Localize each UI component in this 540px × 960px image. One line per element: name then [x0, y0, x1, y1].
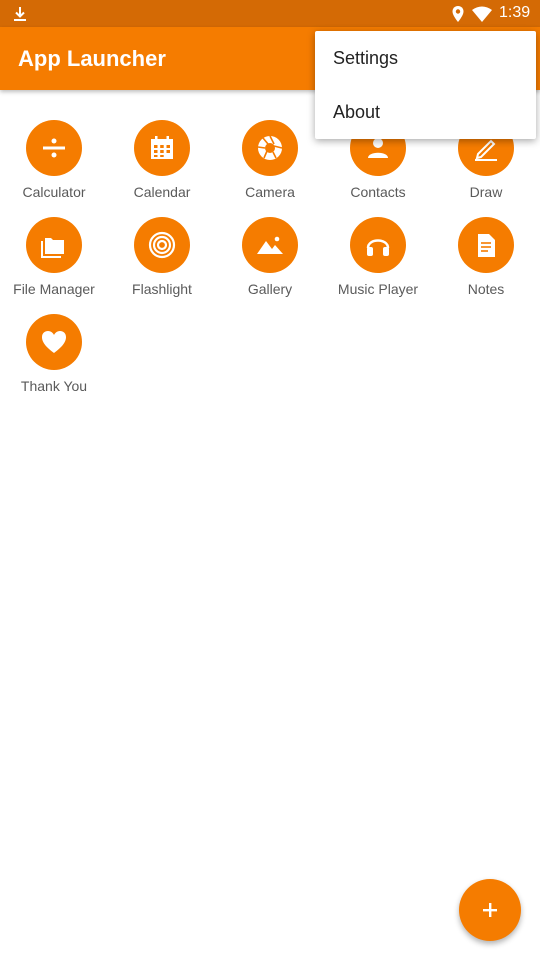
app-icon-circle	[134, 120, 190, 176]
app-icon-circle	[458, 217, 514, 273]
headphones-icon	[366, 239, 390, 256]
folder-icon	[41, 238, 64, 258]
app-thank-you[interactable]: Thank You	[0, 314, 108, 409]
app-camera[interactable]: Camera	[216, 120, 324, 215]
gallery-icon	[257, 236, 283, 254]
app-notes[interactable]: Notes	[432, 217, 540, 312]
status-bar: 1:39	[0, 0, 540, 27]
heart-icon	[42, 331, 66, 353]
notes-icon	[478, 234, 495, 257]
menu-item-about[interactable]: About	[315, 85, 536, 139]
app-label: Contacts	[350, 184, 406, 200]
camera-icon	[257, 135, 283, 160]
app-label: Flashlight	[132, 281, 192, 297]
app-calculator[interactable]: Calculator	[0, 120, 108, 215]
app-icon-circle	[242, 217, 298, 273]
app-label: File Manager	[13, 281, 95, 297]
app-icon-circle	[134, 217, 190, 273]
wifi-icon	[472, 6, 492, 22]
app-file-manager[interactable]: File Manager	[0, 217, 108, 312]
app-label: Notes	[467, 281, 505, 297]
app-icon-circle	[26, 314, 82, 370]
app-icon-circle	[26, 120, 82, 176]
app-music-player[interactable]: Music Player	[324, 217, 432, 312]
app-label: Gallery	[247, 281, 293, 297]
menu-item-label: About	[333, 102, 381, 122]
app-label: Music Player	[337, 281, 419, 297]
status-time: 1:39	[499, 4, 531, 21]
add-fab-button[interactable]	[459, 879, 521, 941]
calculator-icon	[43, 138, 65, 158]
overflow-menu: Settings About	[315, 31, 536, 139]
app-icon-circle	[242, 120, 298, 176]
app-gallery[interactable]: Gallery	[216, 217, 324, 312]
plus-icon	[483, 903, 497, 917]
app-label: Calculator	[22, 184, 86, 200]
location-icon	[452, 6, 464, 22]
app-icon-circle	[26, 217, 82, 273]
app-title: App Launcher	[18, 46, 166, 71]
app-label: Draw	[469, 184, 503, 200]
app-icon-circle	[350, 217, 406, 273]
app-label: Thank You	[20, 378, 88, 394]
flashlight-icon	[148, 231, 176, 259]
app-label: Calendar	[133, 184, 191, 200]
calendar-icon	[151, 136, 173, 159]
menu-item-settings[interactable]: Settings	[315, 31, 536, 85]
app-calendar[interactable]: Calendar	[108, 120, 216, 215]
app-label: Camera	[245, 184, 295, 200]
download-icon	[14, 7, 26, 21]
menu-item-label: Settings	[333, 48, 399, 68]
app-flashlight[interactable]: Flashlight	[108, 217, 216, 312]
